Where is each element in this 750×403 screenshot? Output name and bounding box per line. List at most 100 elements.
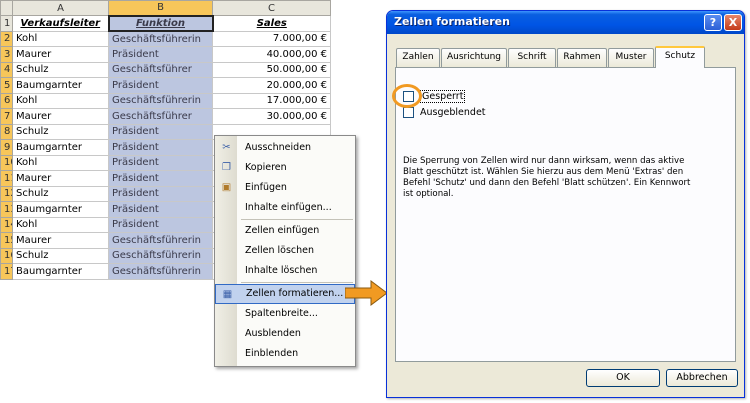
cell-sales[interactable]: 20.000,00 € xyxy=(212,77,331,94)
menu-item-unhide[interactable]: Einblenden xyxy=(215,344,355,364)
cell-funktion[interactable]: Geschäftsführerin xyxy=(108,247,213,265)
hidden-label: Ausgeblendet xyxy=(420,107,486,118)
help-button[interactable]: ? xyxy=(704,14,722,31)
arrow-icon xyxy=(345,280,388,306)
cell-funktion[interactable]: Geschäftsführer xyxy=(108,61,213,79)
column-header-c[interactable]: C xyxy=(212,0,331,16)
menu-item-label: Inhalte löschen xyxy=(245,265,318,276)
row-number[interactable]: 9 xyxy=(0,139,13,156)
cell-verkaufsleiter[interactable]: Kohl xyxy=(12,30,109,48)
menu-item-column-width[interactable]: Spaltenbreite... xyxy=(215,304,355,324)
tab-schrift[interactable]: Schrift xyxy=(508,48,556,67)
cell-funktion[interactable]: Präsident xyxy=(108,46,213,63)
tab-schutz[interactable]: Schutz xyxy=(655,46,705,68)
menu-item-label: Inhalte einfügen... xyxy=(245,202,332,213)
menu-item-copy[interactable]: ❐ Kopieren xyxy=(215,158,355,178)
cell-funktion[interactable]: Präsident xyxy=(108,154,213,172)
checkbox-box[interactable] xyxy=(403,107,414,118)
tab-rahmen[interactable]: Rahmen xyxy=(557,48,607,67)
cell-sales[interactable]: 50.000,00 € xyxy=(212,61,331,79)
menu-item-format-cells[interactable]: ▦ Zellen formatieren... xyxy=(215,284,355,304)
cell-funktion[interactable]: Geschäftsführerin xyxy=(108,30,213,48)
row-number[interactable]: 1 xyxy=(0,15,13,32)
menu-item-paste-special[interactable]: Inhalte einfügen... xyxy=(215,198,355,218)
menu-item-delete-cells[interactable]: Zellen löschen xyxy=(215,241,355,261)
cell-funktion[interactable]: Geschäftsführerin xyxy=(108,232,213,249)
row-number[interactable]: 5 xyxy=(0,77,13,94)
cell-verkaufsleiter[interactable]: Baumgarnter xyxy=(12,263,109,280)
row-number[interactable]: 7 xyxy=(0,108,13,125)
menu-item-paste[interactable]: ▣ Einfügen xyxy=(215,178,355,198)
cell-sales[interactable]: 30.000,00 € xyxy=(212,108,331,125)
cell-sales[interactable]: 17.000,00 € xyxy=(212,92,331,110)
tab-panel-schutz: Gesperrt Ausgeblendet Die Sperrung von Z… xyxy=(392,67,736,362)
row-number[interactable]: 8 xyxy=(0,123,13,141)
protection-info-text: Die Sperrung von Zellen wird nur dann wi… xyxy=(403,156,691,199)
cell-verkaufsleiter[interactable]: Maurer xyxy=(12,108,109,125)
cell-funktion[interactable]: Präsident xyxy=(108,185,213,203)
cell-funktion[interactable]: Präsident xyxy=(108,170,213,187)
dialog-title-bar[interactable]: Zellen formatieren ? X xyxy=(387,11,744,34)
close-button[interactable]: X xyxy=(724,14,742,31)
close-icon: X xyxy=(728,16,738,29)
row-number[interactable]: 13 xyxy=(0,201,13,218)
cell-verkaufsleiter[interactable]: Baumgarnter xyxy=(12,139,109,156)
table-row: 1 Verkaufsleiter Funktion Sales xyxy=(0,14,331,32)
row-number[interactable]: 16 xyxy=(0,247,13,265)
format-cells-dialog: Zellen formatieren ? X Zahlen Ausrichtun… xyxy=(386,10,745,398)
menu-item-insert-cells[interactable]: Zellen einfügen xyxy=(215,221,355,241)
cell-verkaufsleiter[interactable]: Schulz xyxy=(12,123,109,141)
cell-funktion[interactable]: Präsident xyxy=(108,77,213,94)
cell-verkaufsleiter[interactable]: Maurer xyxy=(12,170,109,187)
tab-muster[interactable]: Muster xyxy=(608,48,654,67)
cell-funktion[interactable]: Präsident xyxy=(108,123,213,141)
scissors-icon: ✂ xyxy=(222,142,231,153)
cell-verkaufsleiter[interactable]: Kohl xyxy=(12,216,109,234)
row-number[interactable]: 6 xyxy=(0,92,13,110)
cell-verkaufsleiter[interactable]: Baumgarnter xyxy=(12,77,109,94)
menu-separator xyxy=(241,219,353,220)
cell-funktion[interactable]: Präsident xyxy=(108,216,213,234)
cell-funktion[interactable]: Funktion xyxy=(107,14,214,32)
cell-funktion[interactable]: Geschäftsführerin xyxy=(108,92,213,110)
cell-funktion[interactable]: Geschäftsführer xyxy=(108,108,213,125)
row-number[interactable]: 17 xyxy=(0,263,13,280)
cell-verkaufsleiter[interactable]: Schulz xyxy=(12,61,109,79)
row-number[interactable]: 15 xyxy=(0,232,13,249)
menu-item-cut[interactable]: ✂ Ausschneiden xyxy=(215,138,355,158)
dialog-title: Zellen formatieren xyxy=(394,15,510,28)
ok-button[interactable]: OK xyxy=(586,369,660,387)
cell-sales[interactable]: 40.000,00 € xyxy=(212,46,331,63)
row-number[interactable]: 12 xyxy=(0,185,13,203)
row-number[interactable]: 3 xyxy=(0,46,13,63)
cell-verkaufsleiter[interactable]: Baumgarnter xyxy=(12,201,109,218)
row-number[interactable]: 4 xyxy=(0,61,13,79)
cell-funktion[interactable]: Präsident xyxy=(108,201,213,218)
cell-verkaufsleiter[interactable]: Verkaufsleiter xyxy=(12,15,109,32)
row-number[interactable]: 11 xyxy=(0,170,13,187)
menu-item-clear-contents[interactable]: Inhalte löschen xyxy=(215,261,355,281)
cell-sales[interactable]: 7.000,00 € xyxy=(212,30,331,48)
cell-verkaufsleiter[interactable]: Schulz xyxy=(12,185,109,203)
select-all-corner[interactable] xyxy=(0,0,13,16)
cell-verkaufsleiter[interactable]: Maurer xyxy=(12,46,109,63)
row-number[interactable]: 2 xyxy=(0,30,13,48)
hidden-checkbox[interactable]: Ausgeblendet xyxy=(403,107,486,118)
cell-funktion[interactable]: Präsident xyxy=(108,139,213,156)
cancel-button[interactable]: Abbrechen xyxy=(666,369,738,387)
cell-verkaufsleiter[interactable]: Kohl xyxy=(12,154,109,172)
cell-verkaufsleiter[interactable]: Maurer xyxy=(12,232,109,249)
column-header-a[interactable]: A xyxy=(12,0,109,16)
tab-ausrichtung[interactable]: Ausrichtung xyxy=(441,48,507,67)
tab-zahlen[interactable]: Zahlen xyxy=(396,48,440,67)
cell-funktion[interactable]: Geschäftsführerin xyxy=(108,263,213,280)
row-number[interactable]: 10 xyxy=(0,154,13,172)
column-header-b[interactable]: B xyxy=(108,0,213,16)
cell-verkaufsleiter[interactable]: Schulz xyxy=(12,247,109,265)
row-number[interactable]: 14 xyxy=(0,216,13,234)
context-menu: ✂ Ausschneiden ❐ Kopieren ▣ Einfügen Inh… xyxy=(214,135,356,367)
menu-item-label: Ausschneiden xyxy=(245,142,312,153)
cell-sales[interactable]: Sales xyxy=(212,15,331,32)
cell-verkaufsleiter[interactable]: Kohl xyxy=(12,92,109,110)
menu-item-hide[interactable]: Ausblenden xyxy=(215,324,355,344)
